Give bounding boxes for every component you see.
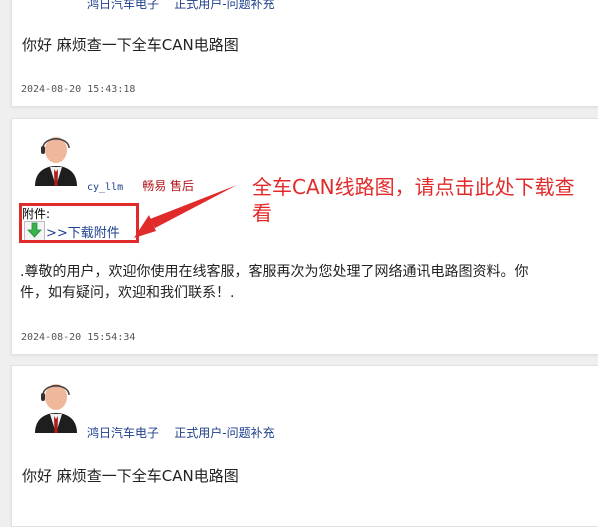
- annotation-text: 全车CAN线路图，请点击此处下载查看: [252, 175, 575, 225]
- annotation-arrow: [134, 185, 237, 238]
